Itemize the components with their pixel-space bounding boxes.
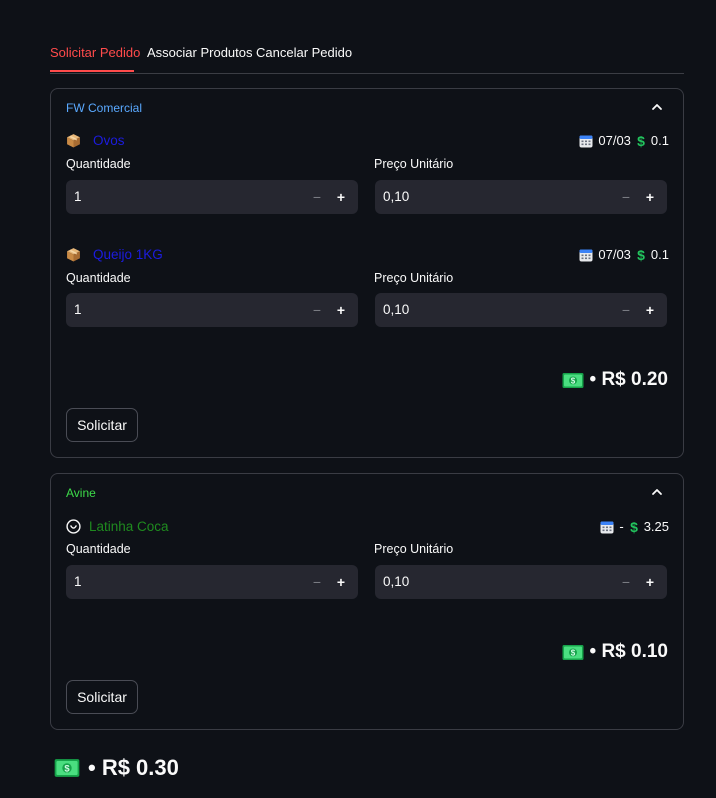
decrement-button[interactable]: − [306, 571, 328, 593]
grand-total-value: • R$ 0.30 [88, 755, 179, 780]
product-name: Queijo 1KG [93, 247, 163, 262]
unit-price-input[interactable]: 0,10 − + [375, 293, 667, 327]
supplier-expander-fw-comercial: FW Comercial Ovos 07/03 0.1 Quantidade P… [50, 88, 684, 458]
unit-price-label: Preço Unitário [374, 542, 454, 556]
unit-price-label: Preço Unitário [374, 157, 454, 171]
quantity-input[interactable]: 1 − + [66, 180, 358, 214]
solicitar-button[interactable]: Solicitar [66, 408, 138, 442]
product-row-queijo: Queijo 1KG 07/03 0.1 [66, 246, 669, 266]
tab-solicitar-pedido[interactable]: Solicitar Pedido [50, 45, 140, 60]
decrement-button[interactable]: − [306, 186, 328, 208]
product-meta: 07/03 0.1 [579, 133, 669, 148]
chevron-up-icon[interactable] [649, 484, 665, 500]
supplier-subtotal: • R$ 0.10 [562, 641, 668, 663]
supplier-name[interactable]: Avine [66, 486, 96, 500]
unit-price-value[interactable]: 0,10 [383, 189, 409, 204]
increment-button[interactable]: + [330, 571, 352, 593]
calendar-icon [579, 248, 593, 262]
quantity-label: Quantidade [66, 271, 131, 285]
smiley-icon [66, 519, 81, 534]
chevron-up-icon[interactable] [649, 99, 665, 115]
tab-cancelar-pedido[interactable]: Cancelar Pedido [256, 45, 352, 60]
tab-bar: Solicitar Pedido Associar Produtos Cance… [50, 36, 684, 74]
quantity-input[interactable]: 1 − + [66, 293, 358, 327]
money-icon [562, 372, 584, 389]
money-icon [562, 644, 584, 661]
quantity-value[interactable]: 1 [74, 189, 82, 204]
decrement-button[interactable]: − [615, 571, 637, 593]
increment-button[interactable]: + [639, 186, 661, 208]
package-icon [66, 133, 81, 148]
solicitar-button[interactable]: Solicitar [66, 680, 138, 714]
unit-price-label: Preço Unitário [374, 271, 454, 285]
decrement-button[interactable]: − [615, 186, 637, 208]
unit-price-input[interactable]: 0,10 − + [375, 565, 667, 599]
product-price: 3.25 [643, 519, 669, 534]
calendar-icon [579, 134, 593, 148]
product-date: 07/03 [598, 133, 631, 148]
subtotal-value: • R$ 0.10 [589, 641, 668, 662]
increment-button[interactable]: + [639, 299, 661, 321]
dollar-icon [636, 134, 646, 148]
increment-button[interactable]: + [639, 571, 661, 593]
unit-price-value[interactable]: 0,10 [383, 302, 409, 317]
supplier-name[interactable]: FW Comercial [66, 101, 142, 115]
product-meta: 07/03 0.1 [579, 247, 669, 262]
grand-total: • R$ 0.30 [54, 755, 179, 781]
unit-price-value[interactable]: 0,10 [383, 574, 409, 589]
product-price: 0.1 [650, 133, 669, 148]
tab-associar-produtos[interactable]: Associar Produtos [147, 45, 253, 60]
product-meta: - 3.25 [600, 519, 669, 534]
calendar-icon [600, 520, 614, 534]
money-icon [54, 758, 80, 778]
quantity-value[interactable]: 1 [74, 302, 82, 317]
active-tab-indicator [50, 70, 134, 72]
product-date: - [619, 519, 624, 534]
product-date: 07/03 [598, 247, 631, 262]
unit-price-input[interactable]: 0,10 − + [375, 180, 667, 214]
product-name: Ovos [93, 133, 125, 148]
quantity-label: Quantidade [66, 542, 131, 556]
decrement-button[interactable]: − [306, 299, 328, 321]
dollar-icon [629, 520, 639, 534]
decrement-button[interactable]: − [615, 299, 637, 321]
product-name: Latinha Coca [89, 519, 169, 534]
increment-button[interactable]: + [330, 299, 352, 321]
product-row-latinha-coca: Latinha Coca - 3.25 [66, 518, 669, 538]
product-row-ovos: Ovos 07/03 0.1 [66, 132, 669, 152]
supplier-expander-avine: Avine Latinha Coca - 3.25 Quantidade Pre… [50, 473, 684, 730]
quantity-value[interactable]: 1 [74, 574, 82, 589]
dollar-icon [636, 248, 646, 262]
increment-button[interactable]: + [330, 186, 352, 208]
quantity-label: Quantidade [66, 157, 131, 171]
subtotal-value: • R$ 0.20 [589, 369, 668, 390]
quantity-input[interactable]: 1 − + [66, 565, 358, 599]
package-icon [66, 247, 81, 262]
supplier-subtotal: • R$ 0.20 [562, 369, 668, 391]
product-price: 0.1 [650, 247, 669, 262]
